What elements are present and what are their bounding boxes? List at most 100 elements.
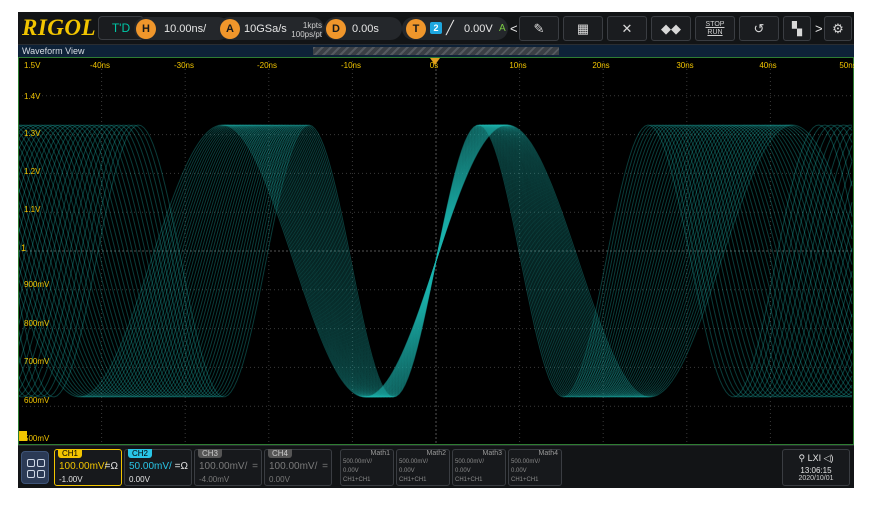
x-tick-label: 50ns: [839, 61, 854, 70]
top-toolbar: RIGOL T'D H 10.00ns/ A 10GSa/s 1kpts 100…: [18, 12, 854, 45]
delay-value: 0.00s: [352, 23, 379, 35]
settings-button[interactable]: ⚙: [824, 16, 852, 41]
graticule: [18, 57, 854, 445]
bottom-channel-bar: CH1 100.00mV/=Ω -1.00V CH2 50.00mV/=Ω 0.00V CH…: [18, 445, 854, 488]
toolbar-right-arrow[interactable]: >: [815, 21, 823, 36]
horizontal-scale: 10.00ns/: [164, 23, 207, 35]
time-resolution: 100ps/pt: [291, 30, 322, 39]
zoom-button[interactable]: ◆◆: [651, 16, 691, 41]
rising-edge-icon: ╱: [446, 20, 454, 35]
trigger-source: 2: [430, 22, 442, 34]
channel-box-ch2[interactable]: CH2 50.00mV/=Ω 0.00V: [124, 449, 192, 486]
x-tick-label: -20ns: [256, 61, 278, 70]
x-tick-label: -40ns: [89, 61, 111, 70]
y-tick-label: 1.3V: [24, 129, 41, 138]
y-tick-label: 1.2V: [24, 167, 41, 176]
x-tick-label: 30ns: [676, 61, 694, 70]
math-offset: 0.00V: [511, 468, 527, 474]
channel-offset: 0.00V: [129, 475, 150, 484]
stop-run-button[interactable]: STOP RUN: [695, 16, 735, 41]
cursor-button[interactable]: ✕: [607, 16, 647, 41]
channel-offset: -4.00mV: [199, 475, 230, 484]
channel-coupling: =: [322, 461, 328, 472]
oscilloscope-screen: RIGOL T'D H 10.00ns/ A 10GSa/s 1kpts 100…: [18, 12, 854, 488]
math-expression: CH1+CH1: [399, 477, 427, 483]
measure-button[interactable]: ▦: [563, 16, 603, 41]
menu-grid-icon: [27, 459, 35, 467]
ch1-offset-marker[interactable]: [19, 431, 27, 441]
channel-tag: CH3: [198, 449, 223, 458]
channel-box-ch4[interactable]: CH4 100.00mV/ = 0.00V: [264, 449, 332, 486]
channel-scale: 50.00mV/: [129, 461, 172, 472]
channel-offset: -1.00V: [59, 475, 83, 484]
math-box-4[interactable]: Math4 500.00mV/0.00V CH1+CH1: [508, 449, 562, 486]
zoom-icon: ◆◆: [661, 21, 681, 36]
channel-tag: CH2: [128, 449, 153, 458]
channel-scale: 100.00mV/: [199, 461, 248, 472]
channel-coupling: =Ω: [104, 461, 118, 472]
menu-grid-icon: [37, 459, 45, 467]
math-title: Math3: [482, 450, 502, 457]
x-tick-label: 40ns: [759, 61, 777, 70]
history-icon: ↺: [753, 21, 765, 36]
math-scale: 500.00mV/: [455, 459, 485, 465]
y-tick-label: 500mV: [24, 434, 50, 443]
y-tick-label: 1.1V: [24, 205, 41, 214]
layout-icon: ▚: [792, 21, 802, 36]
x-tick-label: 10ns: [509, 61, 527, 70]
channel-coupling: =Ω: [174, 461, 188, 472]
math-expression: CH1+CH1: [511, 477, 539, 483]
math-box-3[interactable]: Math3 500.00mV/0.00V CH1+CH1: [452, 449, 506, 486]
status-icons: ⚲ LXI ◁): [798, 453, 834, 463]
ch1-level-marker[interactable]: 1: [21, 243, 26, 253]
y-tick-label: 1.5V: [24, 61, 41, 70]
trigger-badge: T: [406, 19, 426, 39]
sample-rate: 10GSa/s: [244, 23, 287, 35]
channel-tag: CH1: [58, 449, 83, 458]
stop-label: STOP: [705, 21, 725, 28]
settings-icon: ⚙: [832, 21, 844, 36]
x-tick-label: -30ns: [173, 61, 195, 70]
channel-scale: 100.00mV/: [269, 461, 318, 472]
math-title: Math4: [538, 450, 558, 457]
menu-grid-icon: [27, 470, 35, 478]
trigger-level: 0.00V: [464, 23, 493, 35]
layout-button[interactable]: ▚: [783, 16, 811, 41]
y-tick-label: 1.4V: [24, 92, 41, 101]
menu-grid-icon: [37, 470, 45, 478]
math-box-1[interactable]: Math1 500.00mV/0.00V CH1+CH1: [340, 449, 394, 486]
waveform-navigator[interactable]: [313, 47, 559, 55]
clock-date: 2020/10/01: [798, 475, 834, 482]
channel-coupling: =: [252, 461, 258, 472]
memory-depth: 1kpts: [302, 21, 322, 30]
math-box-2[interactable]: Math2 500.00mV/0.00V CH1+CH1: [396, 449, 450, 486]
math-offset: 0.00V: [399, 468, 415, 474]
delay-badge: D: [326, 19, 346, 39]
y-tick-label: 600mV: [24, 396, 50, 405]
y-tick-label: 800mV: [24, 319, 50, 328]
history-button[interactable]: ↺: [739, 16, 779, 41]
y-tick-label: 900mV: [24, 280, 50, 289]
cursor-icon: ✕: [621, 21, 633, 36]
trigger-status: A: [499, 23, 506, 34]
y-tick-label: 700mV: [24, 357, 50, 366]
ruler-button[interactable]: ✎: [519, 16, 559, 41]
ruler-icon: ✎: [533, 21, 545, 36]
x-tick-label: 20ns: [592, 61, 610, 70]
rigol-logo: RIGOL: [22, 15, 97, 40]
math-offset: 0.00V: [343, 468, 359, 474]
toolbar-left-arrow[interactable]: <: [510, 21, 518, 36]
channel-box-ch1[interactable]: CH1 100.00mV/=Ω -1.00V: [54, 449, 122, 486]
math-scale: 500.00mV/: [399, 459, 429, 465]
horizontal-badge: H: [136, 19, 156, 39]
channel-box-ch3[interactable]: CH3 100.00mV/ = -4.00mV: [194, 449, 262, 486]
math-offset: 0.00V: [455, 468, 471, 474]
trigger-position-marker[interactable]: [430, 58, 440, 65]
math-expression: CH1+CH1: [455, 477, 483, 483]
main-menu-button[interactable]: [21, 451, 49, 484]
status-panel[interactable]: ⚲ LXI ◁) 13:06:15 2020/10/01: [782, 449, 850, 486]
channel-scale: 100.00mV/: [59, 461, 108, 472]
channel-offset: 0.00V: [269, 475, 290, 484]
measure-grid-icon: ▦: [576, 21, 590, 36]
clock-time: 13:06:15: [800, 466, 832, 475]
